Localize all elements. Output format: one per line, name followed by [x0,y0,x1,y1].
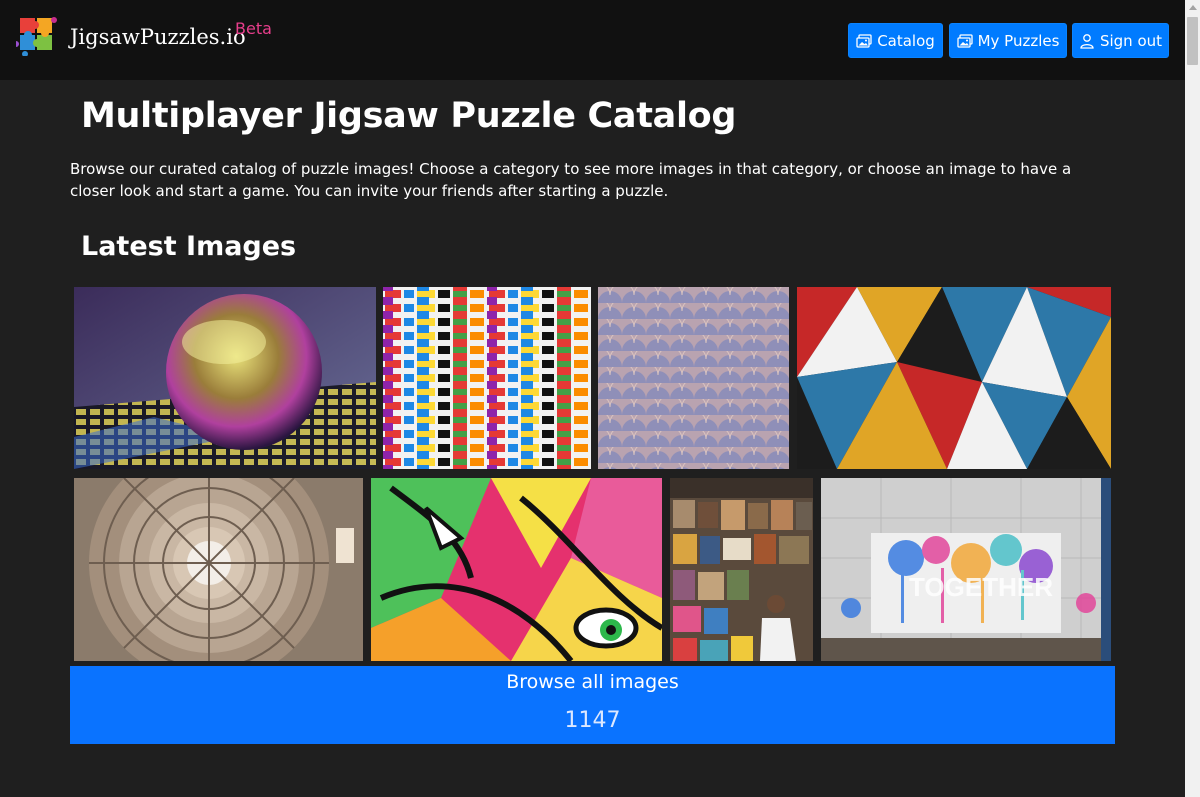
scale-pattern-image[interactable] [598,287,789,469]
browse-all-label: Browse all images [506,671,679,693]
puzzle-logo-icon [16,17,57,56]
my-puzzles-label: My Puzzles [977,31,1060,50]
sign-out-label: Sign out [1099,31,1163,50]
scroll-up-arrow-icon[interactable] [1185,0,1200,15]
intro-text: Browse our curated catalog of puzzle ima… [70,160,1072,200]
market-bags-image[interactable] [670,478,813,661]
page-title: Multiplayer Jigsaw Puzzle Catalog [81,96,737,136]
image-count: 1147 [564,708,621,733]
brand-link[interactable] [16,14,58,56]
together-text: TOGETHER [909,572,1053,602]
sign-out-button[interactable]: Sign out [1072,23,1169,58]
person-icon [1080,33,1094,49]
triangle-mural-image[interactable] [797,287,1111,469]
browse-all-button[interactable]: Browse all images 1147 [70,666,1115,744]
together-wall-image[interactable]: TOGETHER [821,478,1111,661]
images-icon [856,33,872,48]
colorful-bricks-image[interactable] [383,287,591,469]
brand-name[interactable]: JigsawPuzzles.io [70,25,246,49]
vertical-scrollbar[interactable] [1185,0,1200,797]
beta-badge: Beta [235,19,272,38]
navbar: JigsawPuzzles.io Beta Catalog My Puzzles… [0,0,1185,80]
catalog-button[interactable]: Catalog [848,23,943,58]
catalog-label: Catalog [877,31,935,50]
scrollbar-thumb[interactable] [1187,17,1198,65]
crystal-ball-image[interactable] [74,287,376,469]
images-icon [956,33,973,48]
dome-ceiling-image[interactable] [74,478,363,661]
my-puzzles-button[interactable]: My Puzzles [949,23,1067,58]
graffiti-eyes-image[interactable] [371,478,662,661]
latest-images-heading: Latest Images [81,231,297,262]
